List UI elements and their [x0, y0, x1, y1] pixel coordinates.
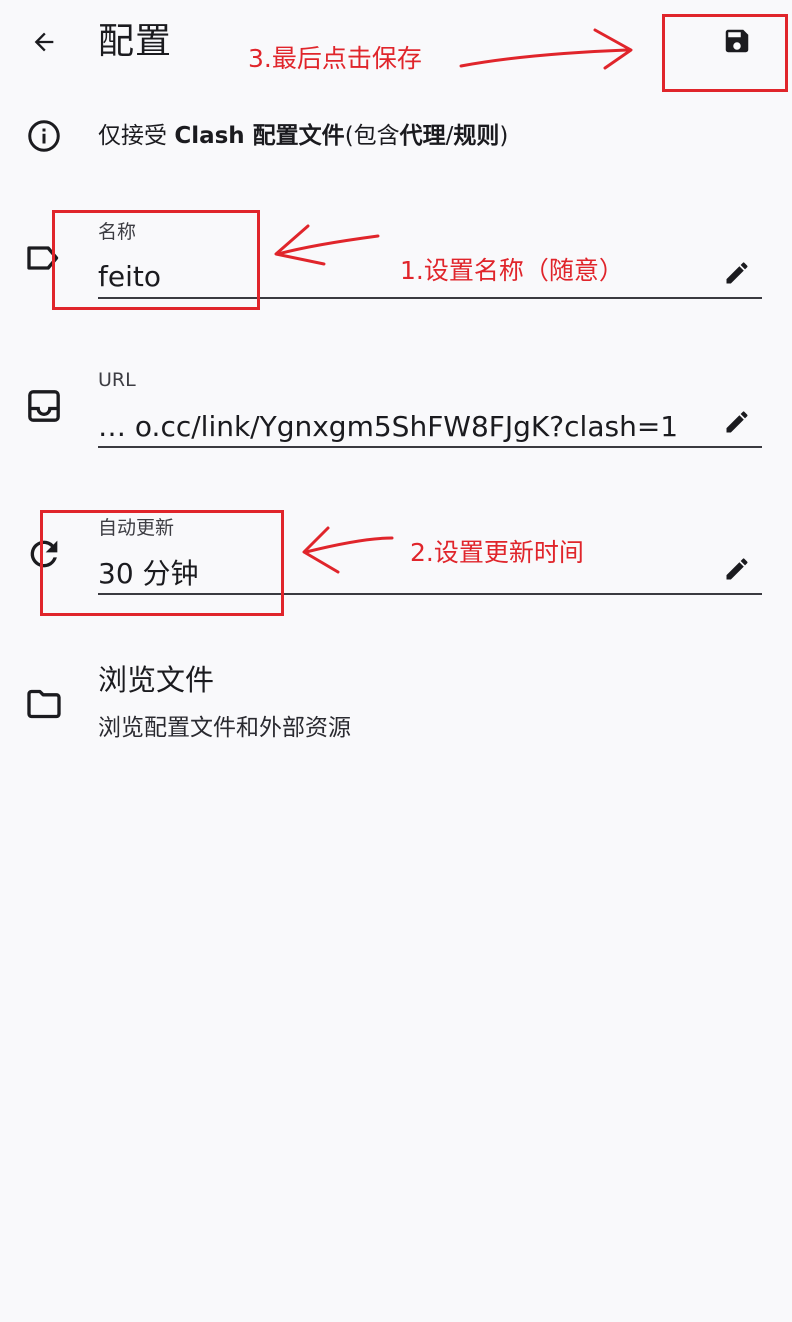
auto-update-edit-button[interactable]: [720, 552, 754, 586]
back-button[interactable]: [22, 20, 66, 64]
annotation-step1-text: 1.设置名称（随意）: [400, 256, 624, 285]
info-text-paren-open: (包含: [344, 123, 400, 149]
annotation-arrow-name: [274, 224, 380, 266]
annotation-arrow-auto-update: [302, 526, 394, 574]
info-text-clash: Clash: [174, 123, 245, 149]
browse-files-description: 浏览配置文件和外部资源: [98, 715, 351, 741]
info-text-config: 配置文件: [244, 123, 345, 149]
info-text-paren-close: ): [499, 123, 509, 149]
info-text-prefix: 仅接受: [98, 123, 175, 149]
profile-config-screen: 配置 仅接受 Clash 配置文件(包含代理/规则) 名称 feito URL: [0, 0, 792, 1322]
arrow-back-icon: [34, 32, 54, 52]
inbox-icon: [24, 386, 64, 426]
info-text-proxy: 代理: [399, 123, 446, 149]
browse-files-title: 浏览文件: [98, 663, 215, 697]
annotation-step3-text: 3.最后点击保存: [248, 44, 422, 73]
edit-icon: [726, 558, 748, 580]
edit-icon: [726, 411, 748, 433]
annotation-auto-update-box: [40, 510, 284, 616]
url-field-underline: [98, 446, 762, 448]
annotation-name-box: [52, 210, 260, 310]
info-icon: [26, 118, 62, 154]
name-edit-button[interactable]: [720, 256, 754, 290]
annotation-arrow-save: [459, 28, 633, 70]
annotation-step2-text: 2.设置更新时间: [410, 538, 584, 567]
info-text-rules: 规则: [453, 123, 500, 149]
url-field-input[interactable]: … o.cc/link/Ygnxgm5ShFW8FJgK?clash=1: [98, 408, 714, 446]
annotation-save-box: [662, 14, 788, 92]
info-text: 仅接受 Clash 配置文件(包含代理/规则): [98, 118, 508, 154]
url-edit-button[interactable]: [720, 405, 754, 439]
url-field-label: URL: [98, 369, 136, 391]
page-title: 配置: [98, 21, 173, 62]
edit-icon: [726, 262, 748, 284]
